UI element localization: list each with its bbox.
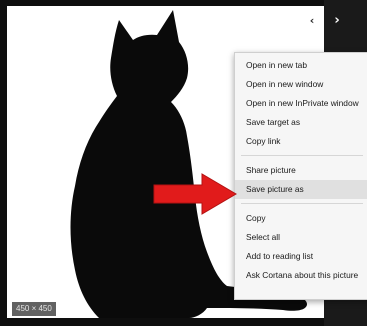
context-menu: Open in new tab Open in new window Open … [234, 52, 367, 300]
chevron-left-icon: ‹ [309, 13, 315, 27]
menu-item-copy-link[interactable]: Copy link [235, 132, 367, 151]
image-viewer: ‹ › 450 × 450 Open in new tab Open in ne… [0, 0, 367, 326]
menu-item-save-target-as[interactable]: Save target as [235, 113, 367, 132]
previous-image-button[interactable]: ‹ [302, 10, 322, 30]
menu-item-save-picture-as[interactable]: Save picture as [235, 180, 367, 199]
menu-item-copy[interactable]: Copy [235, 209, 367, 228]
menu-item-add-to-reading-list[interactable]: Add to reading list [235, 247, 367, 266]
menu-item-open-new-window[interactable]: Open in new window [235, 75, 367, 94]
red-arrow-icon [153, 173, 237, 215]
next-image-button[interactable]: › [327, 10, 347, 30]
menu-item-open-inprivate-window[interactable]: Open in new InPrivate window [235, 94, 367, 113]
menu-item-select-all[interactable]: Select all [235, 228, 367, 247]
chevron-right-icon: › [334, 12, 340, 28]
menu-item-share-picture[interactable]: Share picture [235, 161, 367, 180]
menu-separator [241, 155, 363, 156]
menu-item-open-new-tab[interactable]: Open in new tab [235, 56, 367, 75]
menu-item-ask-cortana[interactable]: Ask Cortana about this picture [235, 266, 367, 285]
image-size-badge: 450 × 450 [12, 302, 56, 316]
menu-separator [241, 203, 363, 204]
